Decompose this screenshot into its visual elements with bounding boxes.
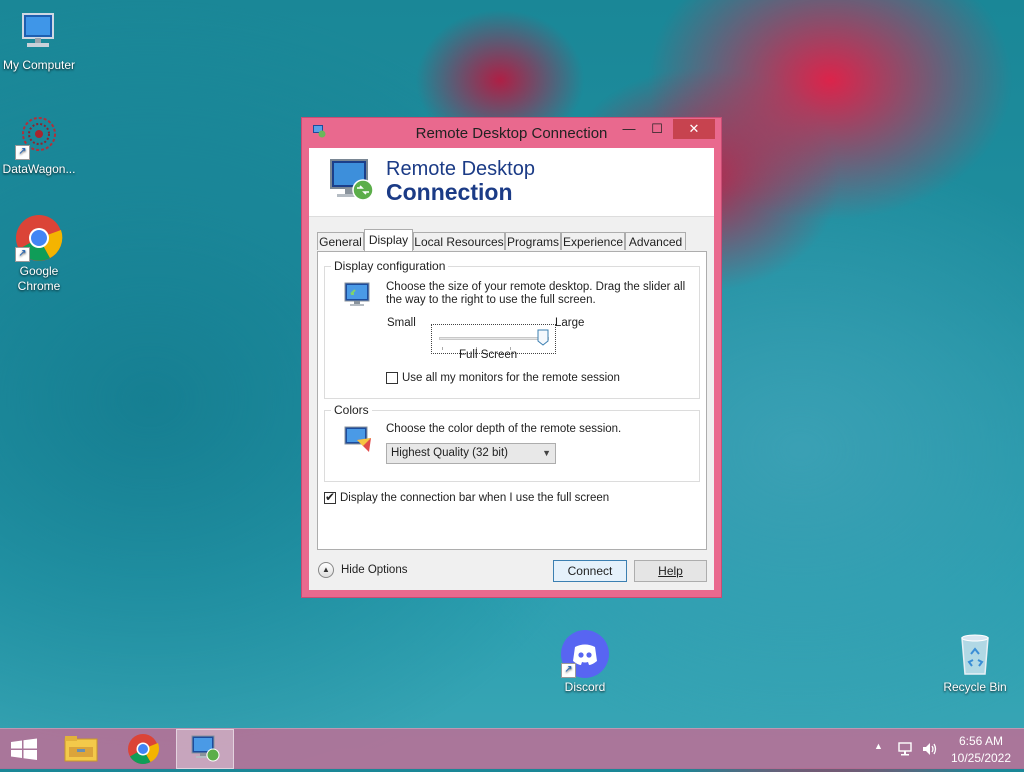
slider-thumb[interactable] xyxy=(537,329,549,346)
desktop-icon-label: My Computer xyxy=(2,58,76,72)
remote-desktop-icon xyxy=(191,735,220,762)
tab-general[interactable]: General xyxy=(317,232,364,250)
group-label: Display configuration xyxy=(331,259,449,273)
desktop-icon-label: DataWagon... xyxy=(2,162,76,176)
desktop-icon-chrome[interactable]: ↗ Google Chrome xyxy=(0,214,79,294)
use-all-monitors-checkbox[interactable] xyxy=(386,372,398,384)
desktop-icon-my-computer[interactable]: My Computer xyxy=(0,8,79,73)
file-explorer-icon xyxy=(64,736,98,762)
taskbar: ▲ 6:56 AM 10/25/2022 xyxy=(0,728,1024,769)
taskbar-remote-desktop[interactable] xyxy=(176,729,234,769)
shortcut-arrow-icon: ↗ xyxy=(15,145,30,160)
chevron-up-icon: ▲ xyxy=(318,562,334,578)
banner: Remote Desktop Connection xyxy=(309,148,714,217)
desktop-icon-recycle-bin[interactable]: Recycle Bin xyxy=(935,630,1015,695)
start-button[interactable] xyxy=(0,729,58,769)
slider-track xyxy=(439,337,549,340)
computer-icon xyxy=(15,8,63,56)
discord-icon: ↗ xyxy=(561,630,609,678)
remote-desktop-monitor-icon xyxy=(327,156,377,206)
tab-label: Local Resources xyxy=(414,235,504,249)
tab-label: Experience xyxy=(562,235,624,249)
taskbar-file-explorer[interactable] xyxy=(52,729,110,769)
clock-date[interactable]: 10/25/2022 xyxy=(946,751,1016,765)
slider-min-label: Small xyxy=(387,317,416,329)
tab-label: General xyxy=(319,235,362,249)
taskbar-chrome[interactable] xyxy=(114,729,172,769)
use-all-monitors-label[interactable]: Use all my monitors for the remote sessi… xyxy=(402,372,620,385)
help-label: Help xyxy=(658,564,683,578)
display-configuration-group: Display configuration Choose the size of… xyxy=(324,259,700,399)
help-button[interactable]: Help xyxy=(634,560,707,582)
maximize-button[interactable]: ☐ xyxy=(644,119,670,139)
banner-title-line1: Remote Desktop xyxy=(386,158,535,180)
dialog-client-area: Remote Desktop Connection General Displa… xyxy=(309,148,714,590)
tab-programs[interactable]: Programs xyxy=(505,232,561,250)
connection-bar-checkbox[interactable] xyxy=(324,490,336,504)
tab-label: Advanced xyxy=(628,235,683,249)
tab-experience[interactable]: Experience xyxy=(561,232,625,250)
colors-group: Colors Choose the color depth of the rem… xyxy=(324,403,700,482)
chevron-down-icon: ▼ xyxy=(542,448,551,458)
color-depth-dropdown[interactable]: Highest Quality (32 bit) ▼ xyxy=(386,443,556,464)
connect-button[interactable]: Connect xyxy=(553,560,627,582)
colors-description: Choose the color depth of the remote ses… xyxy=(386,423,622,435)
minimize-button[interactable]: — xyxy=(616,119,642,139)
tab-label: Display xyxy=(368,233,409,247)
volume-icon[interactable] xyxy=(921,741,939,760)
display-tab-panel: Display configuration Choose the size of… xyxy=(317,251,707,550)
tray-overflow-chevron-icon[interactable]: ▲ xyxy=(874,741,883,751)
slider-tick xyxy=(442,347,443,350)
display-description: Choose the size of your remote desktop. … xyxy=(386,281,686,306)
datawagon-icon: ↗ xyxy=(15,112,63,160)
color-depth-value: Highest Quality (32 bit) xyxy=(391,447,508,459)
hide-options-label: Hide Options xyxy=(341,564,408,576)
shortcut-arrow-icon: ↗ xyxy=(561,663,576,678)
recycle-bin-icon xyxy=(951,630,999,678)
desktop-icon-datawagon[interactable]: ↗ DataWagon... xyxy=(0,112,79,177)
start-icon xyxy=(11,738,37,760)
network-icon[interactable] xyxy=(897,741,913,760)
chrome-icon: ↗ xyxy=(15,214,63,262)
desktop-icon-label: Google Chrome xyxy=(17,264,61,293)
connection-bar-label[interactable]: Display the connection bar when I use th… xyxy=(340,492,609,505)
title-bar[interactable]: Remote Desktop Connection — ☐ ✕ xyxy=(302,118,721,148)
connect-label: Connect xyxy=(567,564,613,578)
banner-title-line2: Connection xyxy=(386,179,513,205)
shortcut-arrow-icon: ↗ xyxy=(15,247,30,262)
color-palette-icon xyxy=(343,424,373,454)
tab-advanced[interactable]: Advanced xyxy=(625,232,686,250)
slider-max-label: Large xyxy=(555,317,585,329)
slider-value-label: Full Screen xyxy=(459,349,518,361)
tab-local-resources[interactable]: Local Resources xyxy=(413,232,505,250)
group-label: Colors xyxy=(331,403,372,417)
display-monitor-icon xyxy=(343,280,373,310)
chrome-icon xyxy=(128,734,160,765)
desktop-icon-label: Discord xyxy=(564,680,606,694)
tab-display[interactable]: Display xyxy=(364,229,413,251)
close-button[interactable]: ✕ xyxy=(673,119,715,139)
remote-desktop-dialog: Remote Desktop Connection — ☐ ✕ Remote D… xyxy=(301,117,722,598)
desktop-icon-discord[interactable]: ↗ Discord xyxy=(545,630,625,695)
desktop-icon-label: Recycle Bin xyxy=(943,680,1007,694)
clock-time[interactable]: 6:56 AM xyxy=(946,734,1016,748)
tab-label: Programs xyxy=(506,235,559,249)
